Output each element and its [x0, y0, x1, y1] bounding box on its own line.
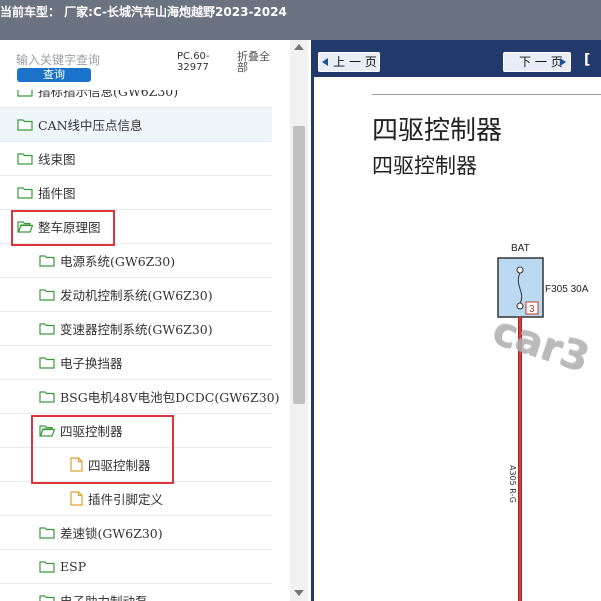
tree-item-label: 发动机控制系统(GW6Z30)	[60, 288, 213, 303]
tree-item-label: 插件图	[38, 186, 76, 201]
file-icon	[70, 491, 83, 506]
wiring-diagram: BAT F305 30A 3	[497, 243, 589, 601]
scrollbar[interactable]	[290, 40, 308, 601]
next-page-button[interactable]: 下 一 页	[503, 52, 571, 72]
folder-icon	[39, 561, 55, 573]
tree-item-folder[interactable]: 电源系统(GW6Z30)	[0, 244, 272, 278]
tree-item-folder[interactable]: 发动机控制系统(GW6Z30)	[0, 278, 272, 312]
arrow-right-icon	[560, 58, 566, 66]
tree-item-label: 差速锁(GW6Z30)	[60, 526, 163, 541]
tree-item-label: 四驱控制器	[60, 424, 123, 439]
scroll-up-arrow-icon[interactable]	[294, 44, 304, 50]
tree-item-folder[interactable]: 线束图	[0, 142, 272, 176]
tree-item-label: 四驱控制器	[88, 458, 151, 473]
navigation-panel: 查询 PC.60-32977 折叠全部 指标指示信息(GW6Z30) CAN线中压…	[0, 40, 311, 601]
toolbar-extra-button[interactable]: [	[584, 52, 590, 68]
fuse-terminal-top	[516, 266, 524, 274]
folder-icon	[39, 323, 55, 335]
tree-item-folder[interactable]: 电子换挡器	[0, 346, 272, 380]
document-page: 四驱控制器 四驱控制器 BAT F305 30A 3 A305 R-G car3	[314, 77, 601, 601]
file-icon	[70, 457, 83, 472]
tree-item-folder[interactable]: ESP	[0, 550, 272, 584]
folder-icon	[17, 90, 33, 97]
folder-icon	[17, 119, 33, 131]
top-bar: 当前车型： 厂家:C-长城汽车山海炮越野2023-2024	[0, 0, 601, 40]
tree-item-label: ESP	[60, 559, 87, 574]
prev-page-label: 上 一 页	[333, 55, 377, 69]
document-subtitle: 四驱控制器	[372, 154, 477, 178]
scrollbar-thumb[interactable]	[293, 126, 305, 404]
tree-item-label: 变速器控制系统(GW6Z30)	[60, 322, 213, 337]
folder-open-icon	[17, 221, 33, 233]
prev-page-button[interactable]: 上 一 页	[318, 52, 380, 72]
folder-icon	[39, 595, 55, 601]
folder-icon	[17, 187, 33, 199]
tree-item-file[interactable]: 插件引脚定义	[0, 482, 272, 516]
tree-item-folder[interactable]: 电子助力制动泵	[0, 584, 272, 601]
tree-view: 指标指示信息(GW6Z30) CAN线中压点信息 线束图插件图整车原理图电源系统(G…	[0, 90, 290, 601]
tree-item-label: BSG电机48V电池包DCDC(GW6Z30)	[60, 390, 280, 405]
tree-item-folder[interactable]: 变速器控制系统(GW6Z30)	[0, 312, 272, 346]
header-rule	[372, 94, 601, 95]
search-input[interactable]	[16, 52, 166, 68]
tree-item-label: CAN线中压点信息	[38, 118, 143, 133]
tree-item-label: 插件引脚定义	[88, 492, 164, 507]
bat-label: BAT	[511, 243, 530, 254]
folder-icon	[39, 289, 55, 301]
tree-item-file[interactable]: 四驱控制器	[0, 448, 272, 482]
tree-item-label: 电子换挡器	[60, 356, 123, 371]
tree-item-label: 电子助力制动泵	[60, 591, 148, 601]
collapse-all-button[interactable]: 折叠全部	[237, 51, 277, 73]
search-button[interactable]: 查询	[17, 68, 91, 82]
search-area: 查询 PC.60-32977 折叠全部	[0, 40, 290, 90]
tree-item-label: 指标指示信息(GW6Z30)	[38, 90, 179, 99]
folder-icon	[39, 357, 55, 369]
folder-icon	[39, 391, 55, 403]
scroll-down-arrow-icon[interactable]	[294, 590, 304, 596]
folder-icon	[39, 255, 55, 267]
tree-item-folder[interactable]: 整车原理图	[0, 210, 272, 244]
folder-open-icon	[39, 425, 55, 437]
fuse-terminal-bottom	[516, 302, 524, 310]
wire-label: A305 R-G	[508, 465, 517, 503]
folder-icon	[17, 153, 33, 165]
tree-item-label: 线束图	[38, 152, 76, 167]
tree-item-folder[interactable]: 插件图	[0, 176, 272, 210]
pc-code: PC.60-32977	[177, 51, 210, 73]
next-page-label: 下 一 页	[519, 55, 563, 69]
pin-label: 3	[529, 304, 535, 315]
tree-item-folder[interactable]: 四驱控制器	[0, 414, 272, 448]
tree-item-folder[interactable]: CAN线中压点信息	[0, 108, 272, 142]
tree-item-folder[interactable]: 指标指示信息(GW6Z30)	[0, 90, 272, 108]
vehicle-title: 当前车型： 厂家:C-长城汽车山海炮越野2023-2024	[0, 5, 287, 19]
document-title: 四驱控制器	[372, 116, 503, 146]
arrow-left-icon	[322, 58, 328, 66]
tree-item-label: 整车原理图	[38, 220, 101, 235]
tree-item-folder[interactable]: 差速锁(GW6Z30)	[0, 516, 272, 550]
tree-item-folder[interactable]: BSG电机48V电池包DCDC(GW6Z30)	[0, 380, 279, 414]
folder-icon	[39, 527, 55, 539]
tree-item-label: 电源系统(GW6Z30)	[60, 254, 176, 269]
fuse-label: F305 30A	[545, 284, 589, 295]
